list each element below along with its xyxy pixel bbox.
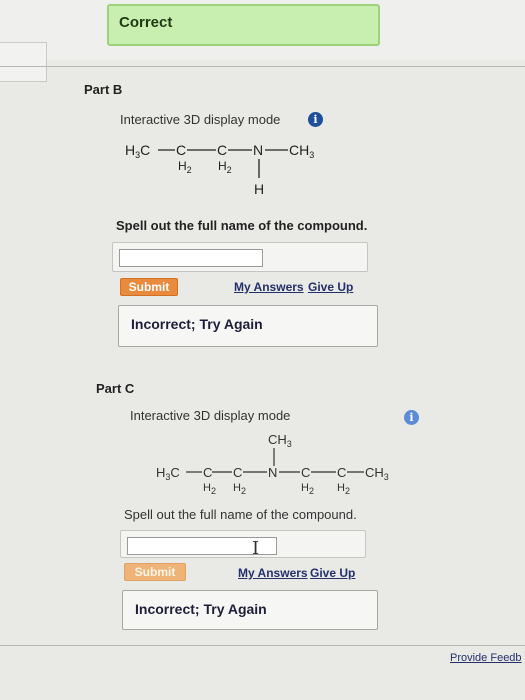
part-b-structure: H3C C H2 C H2 N H CH3 (125, 142, 314, 197)
part-c-give-up-link[interactable]: Give Up (310, 566, 355, 580)
text-cursor-icon: I (252, 538, 260, 559)
part-c-answer-area (120, 530, 366, 558)
part-c-atom-c2-sub: H2 (233, 482, 246, 496)
part-b-group-left: H3C (125, 142, 150, 160)
divider (0, 66, 525, 67)
part-b-atom-n: N (253, 142, 263, 158)
part-b-mode-label: Interactive 3D display mode (120, 112, 281, 127)
part-b-answer-input[interactable] (119, 249, 263, 267)
part-c-atom-c4: C (337, 465, 346, 480)
part-b-submit-button[interactable]: Submit (120, 278, 178, 296)
left-panel-stub (0, 42, 47, 82)
footer-divider (0, 645, 525, 646)
part-b-group-right: CH3 (289, 142, 314, 160)
part-b-give-up-link[interactable]: Give Up (308, 280, 353, 294)
part-b-atom-h: H (254, 181, 264, 197)
part-b-info-icon[interactable]: i (308, 112, 323, 127)
part-b-atom-c1-sub: H2 (178, 159, 192, 175)
part-b-atom-c2: C (217, 142, 227, 158)
part-b-my-answers-link[interactable]: My Answers (234, 280, 304, 294)
part-b-result-box: Incorrect; Try Again (118, 305, 378, 347)
part-c-result-text: Incorrect; Try Again (135, 601, 267, 617)
correct-banner: Correct (107, 4, 380, 46)
part-c-submit-button[interactable]: Submit (124, 563, 186, 581)
part-b-result-text: Incorrect; Try Again (131, 316, 263, 332)
part-c-mode-label: Interactive 3D display mode (130, 408, 291, 423)
part-c-atom-c1: C (203, 465, 212, 480)
part-c-structure: CH3 H3C C H2 C H2 N C H2 C H2 CH3 (156, 432, 389, 496)
part-c-atom-c3: C (301, 465, 310, 480)
part-c-prompt: Spell out the full name of the compound. (124, 507, 357, 522)
part-c-label: Part C (96, 381, 135, 396)
part-c-atom-c1-sub: H2 (203, 482, 216, 496)
part-c-atom-c4-sub: H2 (337, 482, 350, 496)
part-b-prompt: Spell out the full name of the compound. (116, 218, 368, 233)
part-c-atom-n: N (268, 465, 277, 480)
part-c-group-top: CH3 (268, 432, 292, 449)
part-c-group-left: H3C (156, 465, 180, 482)
part-c-atom-c2: C (233, 465, 242, 480)
part-b-atom-c2-sub: H2 (218, 159, 232, 175)
part-c-info-icon[interactable]: i (404, 410, 419, 425)
part-c-my-answers-link[interactable]: My Answers (238, 566, 308, 580)
part-b-answer-area (112, 242, 368, 272)
part-b-label: Part B (84, 82, 123, 97)
part-c-atom-c3-sub: H2 (301, 482, 314, 496)
provide-feedback-link[interactable]: Provide Feedb (450, 652, 522, 664)
part-b-atom-c1: C (176, 142, 186, 158)
part-c-result-box: Incorrect; Try Again (122, 590, 378, 630)
part-c-group-right: CH3 (365, 465, 389, 482)
correct-banner-text: Correct (119, 14, 173, 31)
